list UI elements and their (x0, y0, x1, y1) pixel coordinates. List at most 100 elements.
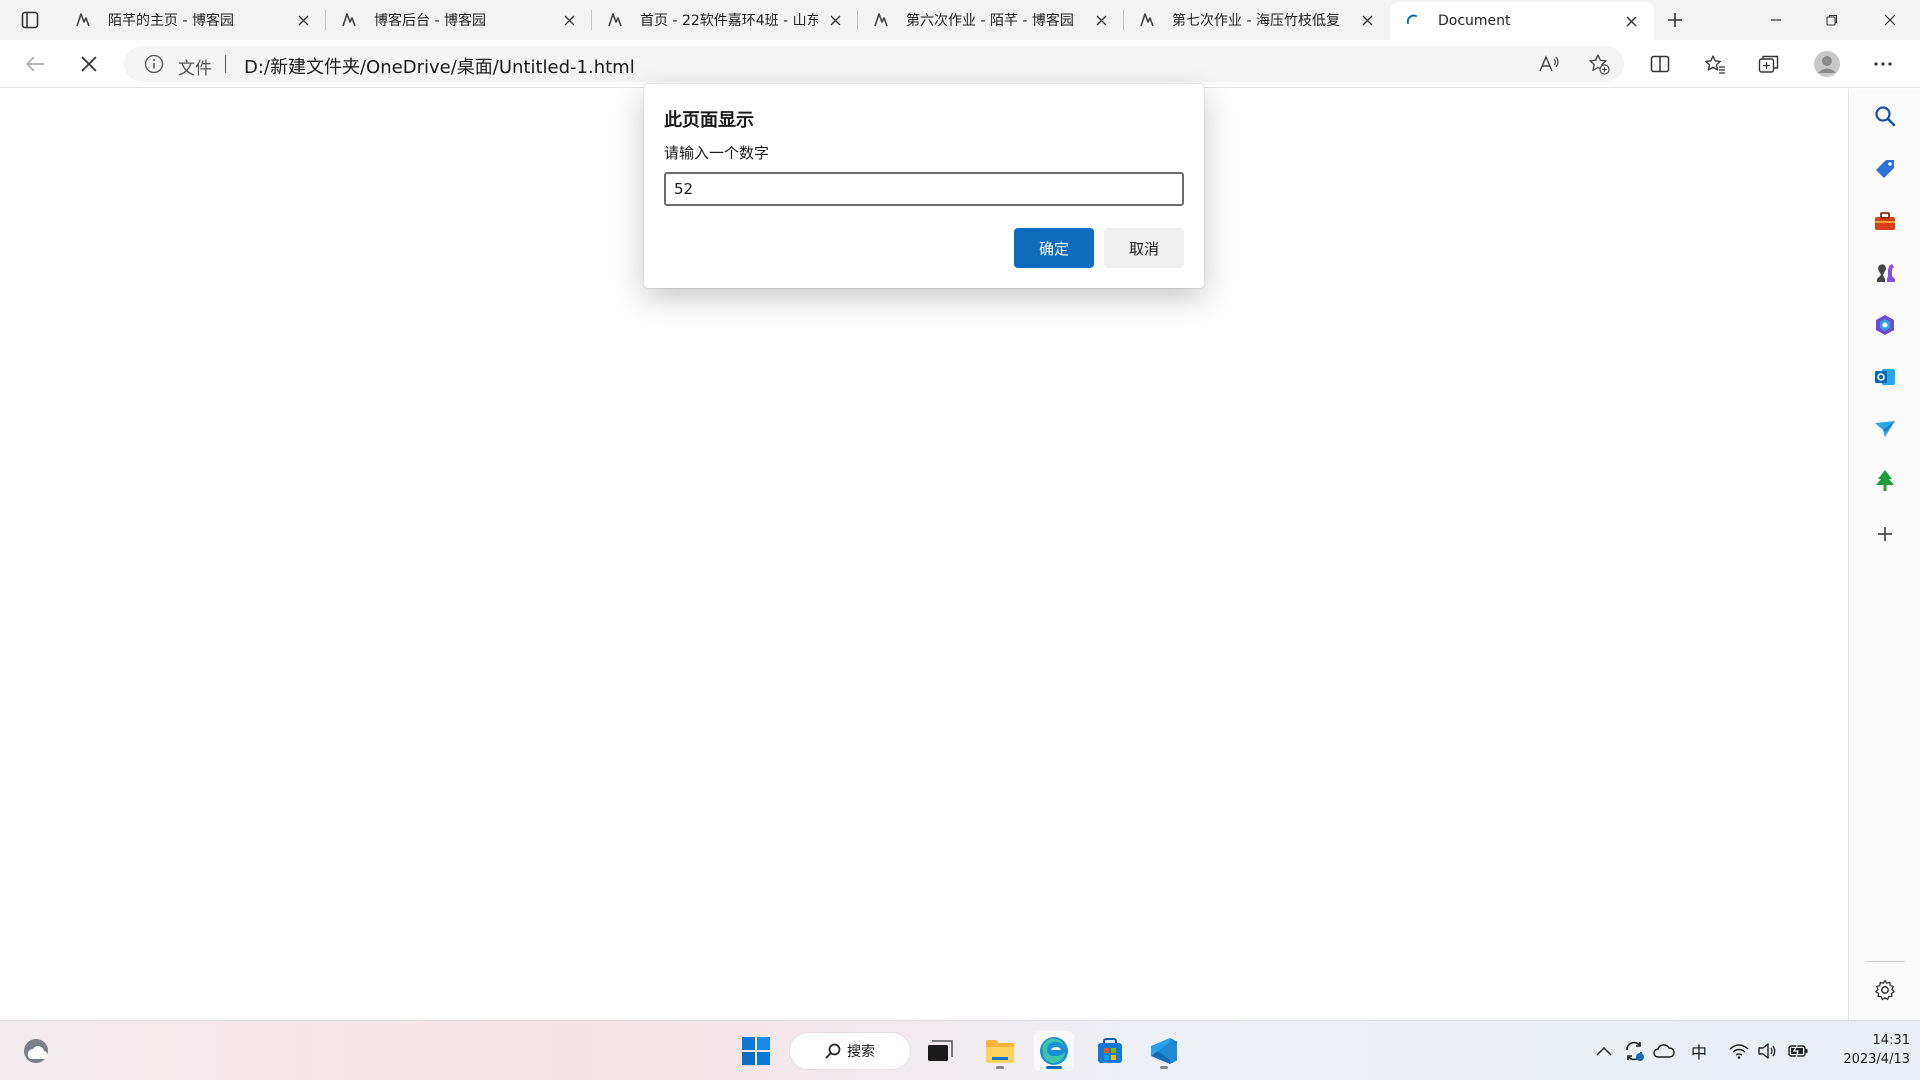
search-icon (825, 1043, 841, 1059)
tab-actions-button[interactable] (12, 6, 48, 34)
file-explorer-button[interactable] (980, 1031, 1020, 1071)
task-view-icon (928, 1040, 953, 1061)
clock-date: 2023/4/13 (1843, 1052, 1910, 1067)
toolbox-icon (1875, 212, 1895, 230)
read-aloud-button[interactable] (1534, 50, 1564, 78)
sidebar-shopping-button[interactable] (1871, 155, 1899, 183)
new-tab-button[interactable] (1660, 6, 1690, 34)
search-icon (1875, 106, 1896, 127)
address-bar[interactable]: 文件 D:/新建文件夹/OneDrive/桌面/Untitled-1.html (124, 46, 1624, 82)
microsoft-store-button[interactable] (1090, 1031, 1130, 1071)
favorites-button[interactable] (1698, 48, 1732, 80)
navigation-toolbar: 文件 D:/新建文件夹/OneDrive/桌面/Untitled-1.html (0, 40, 1920, 88)
sidebar-tree-button[interactable] (1871, 467, 1899, 495)
sidebar-settings-button[interactable] (1871, 976, 1899, 1004)
favorites-icon (1705, 55, 1725, 74)
address-divider (225, 55, 226, 73)
close-window-button[interactable] (1862, 0, 1918, 40)
tab-close-button[interactable] (1620, 10, 1642, 32)
sync-tray-button[interactable] (1621, 1039, 1647, 1063)
tab-strip: 陌芊的主页 - 博客园 博客后台 - 博客园 首页 - 22软件嘉环4班 - 山… (0, 0, 1920, 40)
url-text[interactable]: D:/新建文件夹/OneDrive/桌面/Untitled-1.html (244, 53, 635, 79)
read-aloud-icon (1539, 55, 1559, 72)
back-button[interactable] (18, 48, 52, 80)
tab-class-home[interactable]: 首页 - 22软件嘉环4班 - 山东 (592, 0, 858, 40)
ime-indicator[interactable]: 中 (1686, 1039, 1712, 1063)
taskbar: 搜索 中 14:31 2023/4/13 (0, 1020, 1920, 1080)
minimize-button[interactable] (1748, 0, 1804, 40)
ok-button[interactable]: 确定 (1014, 228, 1094, 268)
edge-icon (1040, 1037, 1068, 1065)
dialog-message: 请输入一个数字 (664, 144, 770, 162)
dialog-number-input[interactable] (664, 172, 1184, 206)
paper-plane-icon (1875, 421, 1895, 437)
cnblogs-icon (608, 13, 622, 27)
plus-icon (1668, 13, 1682, 27)
info-icon[interactable] (144, 54, 164, 74)
tab-homework-6[interactable]: 第六次作业 - 陌芊 - 博客园 (858, 0, 1124, 40)
more-icon (1874, 62, 1892, 66)
settings-more-button[interactable] (1866, 48, 1900, 80)
tab-title: 陌芊的主页 - 博客园 (108, 13, 234, 29)
site-info-label[interactable]: 文件 (178, 54, 212, 79)
stop-loading-button[interactable] (72, 48, 106, 80)
collections-button[interactable] (1752, 48, 1786, 80)
tab-moqian-home[interactable]: 陌芊的主页 - 博客园 (60, 0, 326, 40)
clock-time: 14:31 (1872, 1033, 1910, 1048)
vscode-button[interactable] (1144, 1031, 1184, 1071)
volume-tray-button[interactable] (1754, 1039, 1780, 1063)
tab-close-button[interactable] (292, 9, 314, 31)
collections-icon (1758, 55, 1779, 73)
battery-tray-button[interactable] (1786, 1039, 1812, 1063)
tab-title: 博客后台 - 博客园 (374, 13, 486, 29)
weather-widget-icon (24, 1039, 48, 1063)
speaker-icon (1758, 1043, 1776, 1059)
split-screen-button[interactable] (1643, 48, 1677, 80)
plus-icon (1878, 527, 1892, 541)
restore-button[interactable] (1804, 0, 1860, 40)
tab-close-button[interactable] (824, 9, 846, 31)
restore-icon (1826, 14, 1838, 26)
profile-button[interactable] (1810, 48, 1844, 80)
sidebar-search-button[interactable] (1871, 102, 1899, 130)
minimize-icon (1771, 19, 1781, 21)
sync-icon (1626, 1041, 1644, 1061)
wifi-tray-button[interactable] (1726, 1039, 1752, 1063)
sidebar-outlook-button[interactable] (1871, 363, 1899, 391)
system-clock[interactable]: 14:31 2023/4/13 (1820, 1031, 1910, 1069)
cnblogs-icon (76, 13, 90, 27)
show-hidden-icons-button[interactable] (1591, 1039, 1617, 1063)
sidebar-send-button[interactable] (1871, 415, 1899, 443)
onedrive-tray-button[interactable] (1651, 1039, 1677, 1063)
tab-homework-7[interactable]: 第七次作业 - 海压竹枝低复 (1124, 0, 1390, 40)
split-screen-icon (1650, 55, 1670, 73)
add-favorite-button[interactable] (1584, 50, 1614, 78)
tab-title: 第七次作业 - 海压竹枝低复 (1172, 13, 1340, 29)
tab-document[interactable]: Document (1390, 2, 1654, 40)
tab-blog-admin[interactable]: 博客后台 - 博客园 (326, 0, 592, 40)
start-button[interactable] (736, 1031, 776, 1071)
cancel-button[interactable]: 取消 (1104, 228, 1184, 268)
close-icon (1362, 15, 1372, 25)
task-view-button[interactable] (920, 1031, 960, 1071)
tab-close-button[interactable] (558, 9, 580, 31)
windows-logo-icon (742, 1037, 770, 1065)
close-icon (1884, 14, 1896, 26)
sidebar-office-button[interactable] (1871, 311, 1899, 339)
tab-close-button[interactable] (1356, 9, 1378, 31)
battery-charging-icon (1788, 1043, 1808, 1059)
sidebar-tools-button[interactable] (1871, 207, 1899, 235)
sidebar-games-button[interactable] (1871, 259, 1899, 287)
taskbar-search-box[interactable]: 搜索 (790, 1033, 910, 1069)
star-add-icon (1589, 54, 1610, 75)
tab-close-button[interactable] (1090, 9, 1112, 31)
chevron-up-icon (1596, 1046, 1612, 1056)
widgets-button[interactable] (16, 1031, 56, 1071)
office-icon (1876, 315, 1894, 335)
sidebar-add-button[interactable] (1871, 520, 1899, 548)
tab-actions-icon (21, 11, 39, 29)
tab-title: 第六次作业 - 陌芊 - 博客园 (906, 13, 1074, 29)
avatar-icon (1814, 51, 1840, 77)
prompt-dialog: 此页面显示 请输入一个数字 确定 取消 (644, 84, 1204, 288)
edge-taskbar-button[interactable] (1034, 1031, 1074, 1071)
